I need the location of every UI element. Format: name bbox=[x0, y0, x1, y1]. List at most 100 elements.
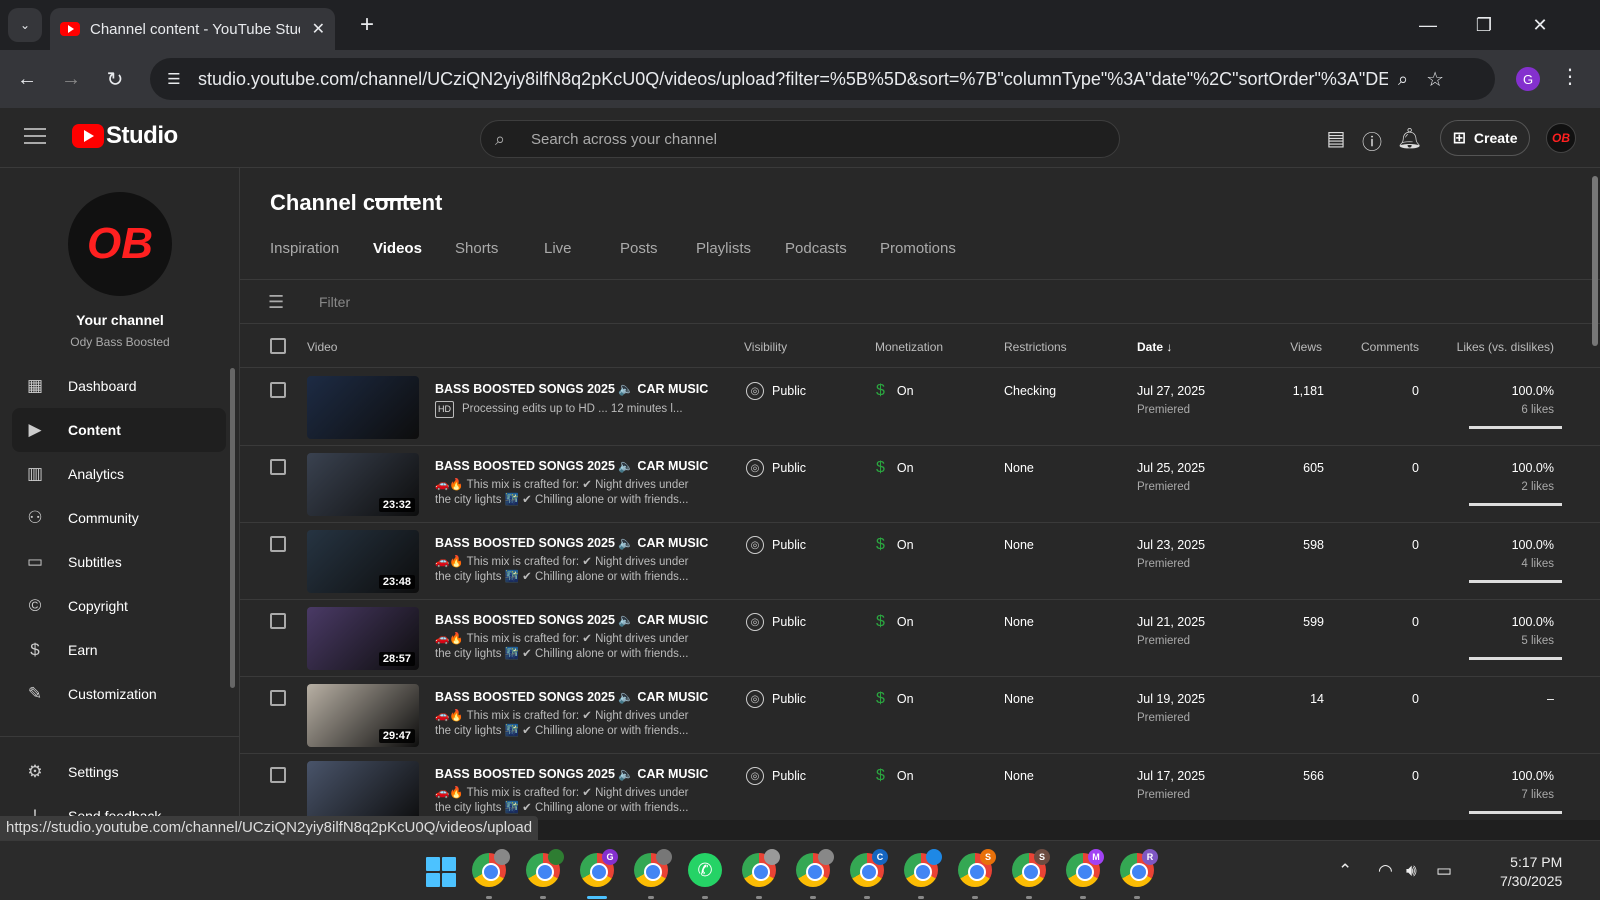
windows-start-icon[interactable] bbox=[426, 857, 456, 887]
tab-live[interactable]: Live bbox=[544, 240, 572, 257]
bell-icon[interactable]: 🔔︎ bbox=[1397, 126, 1422, 150]
restrictions-cell[interactable]: None bbox=[1004, 692, 1034, 706]
hamburger-menu-icon[interactable] bbox=[24, 128, 46, 146]
back-button[interactable]: ← bbox=[12, 64, 42, 94]
new-tab-button[interactable]: + bbox=[352, 10, 382, 40]
bookmark-star-icon[interactable]: ☆ bbox=[1426, 67, 1444, 92]
chrome-profile-icon[interactable]: G bbox=[580, 849, 618, 887]
sidebar-scrollbar[interactable] bbox=[230, 368, 235, 688]
filter-input[interactable]: Filter bbox=[319, 294, 350, 310]
table-row[interactable]: 23:48 BASS BOOSTED SONGS 2025 🔈 CAR MUSI… bbox=[240, 522, 1600, 600]
row-checkbox[interactable] bbox=[270, 613, 286, 629]
video-title[interactable]: BASS BOOSTED SONGS 2025 🔈 CAR MUSIC MI..… bbox=[435, 613, 710, 628]
chrome-profile-icon[interactable] bbox=[472, 849, 510, 887]
tab-inspiration[interactable]: Inspiration bbox=[270, 240, 339, 257]
browser-menu-icon[interactable]: ⋮ bbox=[1560, 64, 1580, 94]
monetization-cell[interactable]: $ On bbox=[876, 459, 914, 477]
column-restrictions[interactable]: Restrictions bbox=[1004, 340, 1067, 354]
video-thumbnail[interactable] bbox=[307, 761, 419, 820]
chrome-profile-icon[interactable] bbox=[904, 849, 942, 887]
column-comments[interactable]: Comments bbox=[1361, 340, 1419, 354]
chevron-up-icon[interactable]: ⌃ bbox=[1338, 861, 1352, 881]
chrome-profile-icon[interactable]: R bbox=[1120, 849, 1158, 887]
video-title[interactable]: BASS BOOSTED SONGS 2025 🔈 CAR MUSIC MI..… bbox=[435, 767, 710, 782]
restrictions-cell[interactable]: Checking bbox=[1004, 384, 1056, 398]
minimize-button[interactable]: — bbox=[1408, 10, 1448, 40]
chrome-profile-icon[interactable] bbox=[742, 849, 780, 887]
table-row[interactable]: BASS BOOSTED SONGS 2025 🔈 CAR MUSIC MI..… bbox=[240, 368, 1600, 446]
browser-tab-active[interactable]: Channel content - YouTube Studio ✕ bbox=[50, 8, 335, 50]
site-settings-icon[interactable]: ☰ bbox=[162, 70, 186, 88]
filter-icon[interactable]: ☰ bbox=[268, 292, 284, 313]
reload-button[interactable]: ↻ bbox=[100, 64, 130, 94]
restrictions-cell[interactable]: None bbox=[1004, 769, 1034, 783]
table-row[interactable]: 28:57 BASS BOOSTED SONGS 2025 🔈 CAR MUSI… bbox=[240, 599, 1600, 677]
video-title[interactable]: BASS BOOSTED SONGS 2025 🔈 CAR MUSIC MI..… bbox=[435, 382, 710, 397]
monetization-cell[interactable]: $ On bbox=[876, 382, 914, 400]
table-row[interactable]: BASS BOOSTED SONGS 2025 🔈 CAR MUSIC MI..… bbox=[240, 753, 1600, 820]
restrictions-cell[interactable]: None bbox=[1004, 538, 1034, 552]
sidebar-item-earn[interactable]: $ Earn bbox=[12, 628, 226, 672]
column-monetization[interactable]: Monetization bbox=[875, 340, 943, 354]
url-text[interactable]: studio.youtube.com/channel/UCziQN2yiy8il… bbox=[198, 69, 1388, 90]
row-checkbox[interactable] bbox=[270, 767, 286, 783]
zoom-icon[interactable]: ⌕ bbox=[1398, 69, 1408, 90]
row-checkbox[interactable] bbox=[270, 382, 286, 398]
sidebar-item-dashboard[interactable]: ▦ Dashboard bbox=[12, 364, 226, 408]
video-thumbnail[interactable]: 23:48 bbox=[307, 530, 419, 593]
chrome-profile-icon[interactable] bbox=[526, 849, 564, 887]
visibility-cell[interactable]: ◎ Public bbox=[746, 690, 806, 708]
tab-promotions[interactable]: Promotions bbox=[880, 240, 956, 257]
main-scrollbar[interactable] bbox=[1592, 176, 1598, 346]
battery-icon[interactable]: ▭ bbox=[1436, 861, 1452, 881]
forward-button[interactable]: → bbox=[56, 64, 86, 94]
visibility-cell[interactable]: ◎ Public bbox=[746, 767, 806, 785]
table-row[interactable]: 23:32 BASS BOOSTED SONGS 2025 🔈 CAR MUSI… bbox=[240, 445, 1600, 523]
video-title[interactable]: BASS BOOSTED SONGS 2025 🔈 CAR MUSIC MI..… bbox=[435, 459, 710, 474]
close-tab-icon[interactable]: ✕ bbox=[312, 19, 325, 39]
row-checkbox[interactable] bbox=[270, 459, 286, 475]
video-thumbnail[interactable]: 28:57 bbox=[307, 607, 419, 670]
restrictions-cell[interactable]: None bbox=[1004, 461, 1034, 475]
tab-playlists[interactable]: Playlists bbox=[696, 240, 751, 257]
video-title[interactable]: BASS BOOSTED SONGS 2025 🔈 CAR MUSIC MI..… bbox=[435, 690, 710, 705]
system-clock[interactable]: 5:17 PM 7/30/2025 bbox=[1500, 853, 1562, 891]
monetization-cell[interactable]: $ On bbox=[876, 767, 914, 785]
restrictions-cell[interactable]: None bbox=[1004, 615, 1034, 629]
column-likes[interactable]: Likes (vs. dislikes) bbox=[1457, 340, 1554, 354]
sidebar-item-content[interactable]: ▶ Content bbox=[12, 408, 226, 452]
column-views[interactable]: Views bbox=[1290, 340, 1322, 354]
video-title[interactable]: BASS BOOSTED SONGS 2025 🔈 CAR MUSIC MI..… bbox=[435, 536, 710, 551]
sidebar-item-community[interactable]: ⚇ Community bbox=[12, 496, 226, 540]
chrome-profile-icon[interactable]: S bbox=[958, 849, 996, 887]
column-date[interactable]: Date ↓ bbox=[1137, 340, 1172, 354]
studio-logo[interactable]: Studio bbox=[70, 122, 178, 150]
channel-avatar[interactable]: OB bbox=[68, 192, 172, 296]
tab-podcasts[interactable]: Podcasts bbox=[785, 240, 847, 257]
sidebar-item-settings[interactable]: ⚙ Settings bbox=[12, 750, 226, 794]
sidebar-item-subtitles[interactable]: ▭ Subtitles bbox=[12, 540, 226, 584]
create-button[interactable]: ⊞ Create bbox=[1440, 120, 1530, 156]
feedback-icon[interactable]: ▤ bbox=[1324, 126, 1348, 150]
select-all-checkbox[interactable] bbox=[270, 338, 286, 354]
visibility-cell[interactable]: ◎ Public bbox=[746, 613, 806, 631]
chrome-profile-icon[interactable]: M bbox=[1066, 849, 1104, 887]
tab-search-button[interactable]: ⌄ bbox=[8, 8, 42, 42]
address-bar[interactable]: ☰ studio.youtube.com/channel/UCziQN2yiy8… bbox=[150, 58, 1495, 100]
monetization-cell[interactable]: $ On bbox=[876, 536, 914, 554]
monetization-cell[interactable]: $ On bbox=[876, 613, 914, 631]
sidebar-item-customization[interactable]: ✎ Customization bbox=[12, 672, 226, 716]
visibility-cell[interactable]: ◎ Public bbox=[746, 382, 806, 400]
visibility-cell[interactable]: ◎ Public bbox=[746, 536, 806, 554]
wifi-icon[interactable]: ◠ bbox=[1378, 861, 1393, 881]
channel-search-input[interactable]: ⌕ Search across your channel bbox=[480, 120, 1120, 158]
column-visibility[interactable]: Visibility bbox=[744, 340, 787, 354]
restore-button[interactable]: ❐ bbox=[1464, 10, 1504, 40]
whatsapp-icon[interactable]: ✆ bbox=[688, 853, 722, 887]
tab-posts[interactable]: Posts bbox=[620, 240, 658, 257]
chrome-profile-icon[interactable] bbox=[796, 849, 834, 887]
tab-shorts[interactable]: Shorts bbox=[455, 240, 498, 257]
video-thumbnail[interactable]: 23:32 bbox=[307, 453, 419, 516]
sidebar-item-copyright[interactable]: © Copyright bbox=[12, 584, 226, 628]
close-window-button[interactable]: ✕ bbox=[1520, 10, 1560, 40]
